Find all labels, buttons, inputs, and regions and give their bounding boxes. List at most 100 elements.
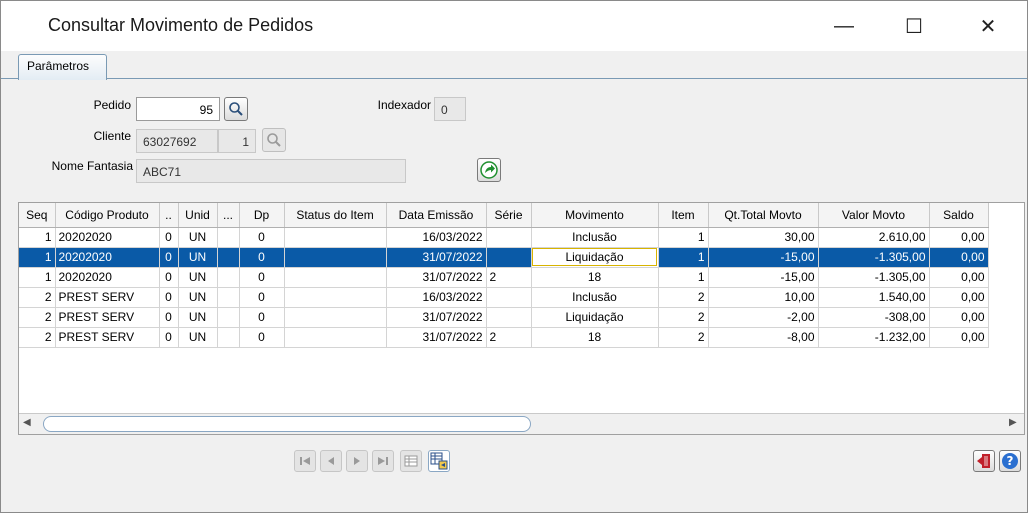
column-header[interactable]: ... xyxy=(217,203,240,228)
cell-col3: 0 xyxy=(159,327,179,348)
cell-qt: -2,00 xyxy=(708,307,819,328)
cell-saldo: 0,00 xyxy=(929,287,989,308)
table-row-selected[interactable]: 1 20202020 0 UN 0 31/07/2022 Liquidação … xyxy=(19,247,989,268)
cell-serie xyxy=(486,307,532,328)
cell-movimento: Inclusão xyxy=(531,227,659,248)
cliente-search-button[interactable] xyxy=(262,128,286,152)
cell-status xyxy=(284,287,387,308)
cell-item: 2 xyxy=(658,307,709,328)
column-header[interactable]: Seq xyxy=(19,203,56,228)
cell-valor: -1.305,00 xyxy=(818,247,930,268)
cell-item: 1 xyxy=(658,227,709,248)
cell-movimento: 18 xyxy=(531,327,659,348)
maximize-button[interactable]: ☐ xyxy=(899,11,929,41)
exit-button[interactable] xyxy=(973,450,995,472)
nav-next-button[interactable] xyxy=(346,450,368,472)
cell-serie xyxy=(486,287,532,308)
tab-parametros[interactable]: Parâmetros xyxy=(18,54,107,80)
minimize-icon: — xyxy=(834,14,854,37)
table-row[interactable]: 2 PREST SERV 0 UN 0 16/03/2022 Inclusão … xyxy=(19,287,989,308)
cell-col3: 0 xyxy=(159,247,179,268)
cell-valor: -1.305,00 xyxy=(818,267,930,288)
window-title: Consultar Movimento de Pedidos xyxy=(48,15,314,35)
column-header[interactable]: Série xyxy=(486,203,532,228)
column-header[interactable]: Qt.Total Movto xyxy=(708,203,819,228)
scrollbar-thumb[interactable] xyxy=(43,416,531,432)
cell-data: 31/07/2022 xyxy=(386,247,487,268)
column-header[interactable]: Data Emissão xyxy=(386,203,487,228)
cell-saldo: 0,00 xyxy=(929,227,989,248)
grid-view-icon xyxy=(404,455,418,467)
movement-grid[interactable]: Seq Código Produto .. Unid ... Dp Status… xyxy=(18,202,1025,435)
table-header-row: Seq Código Produto .. Unid ... Dp Status… xyxy=(19,203,989,228)
cell-codigo: PREST SERV xyxy=(55,307,160,328)
column-header[interactable]: Valor Movto xyxy=(818,203,930,228)
cell-codigo: 20202020 xyxy=(55,227,160,248)
cell-codigo: 20202020 xyxy=(55,267,160,288)
title-bar: Consultar Movimento de Pedidos — ☐ ✕ xyxy=(1,1,1027,51)
close-icon: ✕ xyxy=(979,15,997,38)
nav-grid-view-button[interactable] xyxy=(400,450,422,472)
green-arrow-icon xyxy=(480,161,498,179)
close-button[interactable]: ✕ xyxy=(973,11,1003,41)
nav-export-button[interactable] xyxy=(428,450,450,472)
cell-col3: 0 xyxy=(159,287,179,308)
cell-qt: -15,00 xyxy=(708,247,819,268)
scroll-left-icon[interactable]: ◀ xyxy=(23,417,31,428)
column-header[interactable]: Item xyxy=(658,203,709,228)
table-row[interactable]: 2 PREST SERV 0 UN 0 31/07/2022 Liquidaçã… xyxy=(19,307,989,328)
svg-text:?: ? xyxy=(1007,454,1014,468)
cell-saldo: 0,00 xyxy=(929,267,989,288)
cell-movimento-focused[interactable]: Liquidação xyxy=(531,247,659,268)
cell-valor: 2.610,00 xyxy=(818,227,930,248)
nav-prior-button[interactable] xyxy=(320,450,342,472)
cell-qt: -8,00 xyxy=(708,327,819,348)
search-icon xyxy=(229,102,243,116)
pedido-label: Pedido xyxy=(93,98,131,112)
horizontal-scrollbar[interactable]: ◀ ▶ xyxy=(19,413,1024,434)
column-header[interactable]: Dp xyxy=(239,203,285,228)
nav-first-button[interactable] xyxy=(294,450,316,472)
cell-item: 1 xyxy=(658,267,709,288)
column-header[interactable]: Código Produto xyxy=(55,203,160,228)
cell-movimento: 18 xyxy=(531,267,659,288)
nav-last-button[interactable] xyxy=(372,450,394,472)
cell-status xyxy=(284,327,387,348)
cell-status xyxy=(284,267,387,288)
cell-data: 16/03/2022 xyxy=(386,227,487,248)
next-icon xyxy=(354,457,360,465)
table-row[interactable]: 2 PREST SERV 0 UN 0 31/07/2022 2 18 2 -8… xyxy=(19,327,989,348)
cell-col5 xyxy=(217,287,240,308)
cell-saldo: 0,00 xyxy=(929,307,989,328)
column-header[interactable]: Status do Item xyxy=(284,203,387,228)
pedido-input[interactable]: 95 xyxy=(136,97,220,121)
column-header[interactable]: Movimento xyxy=(531,203,659,228)
pedido-search-button[interactable] xyxy=(224,97,248,121)
cell-seq: 2 xyxy=(19,287,56,308)
forward-button[interactable] xyxy=(477,158,501,182)
cell-col3: 0 xyxy=(159,227,179,248)
table-row[interactable]: 1 20202020 0 UN 0 31/07/2022 2 18 1 -15,… xyxy=(19,267,989,288)
cell-dp: 0 xyxy=(239,227,285,248)
table-row[interactable]: 1 20202020 0 UN 0 16/03/2022 Inclusão 1 … xyxy=(19,227,989,248)
cell-seq: 1 xyxy=(19,247,56,268)
cell-dp: 0 xyxy=(239,247,285,268)
cell-valor: -1.232,00 xyxy=(818,327,930,348)
column-header[interactable]: .. xyxy=(159,203,179,228)
exit-icon xyxy=(977,454,990,468)
cell-col3: 0 xyxy=(159,307,179,328)
cell-col5 xyxy=(217,247,240,268)
app-window: Consultar Movimento de Pedidos — ☐ ✕ Par… xyxy=(0,0,1028,513)
help-button[interactable]: ? xyxy=(999,450,1021,472)
minimize-button[interactable]: — xyxy=(829,11,859,41)
nome-fantasia-field: ABC71 xyxy=(136,159,406,183)
scroll-right-icon[interactable]: ▶ xyxy=(1009,417,1017,428)
cell-serie: 2 xyxy=(486,267,532,288)
cell-serie: 2 xyxy=(486,327,532,348)
column-header[interactable]: Saldo xyxy=(929,203,989,228)
tab-strip: Parâmetros xyxy=(1,51,1027,80)
cell-col5 xyxy=(217,267,240,288)
cell-saldo: 0,00 xyxy=(929,327,989,348)
cell-col5 xyxy=(217,307,240,328)
column-header[interactable]: Unid xyxy=(178,203,218,228)
